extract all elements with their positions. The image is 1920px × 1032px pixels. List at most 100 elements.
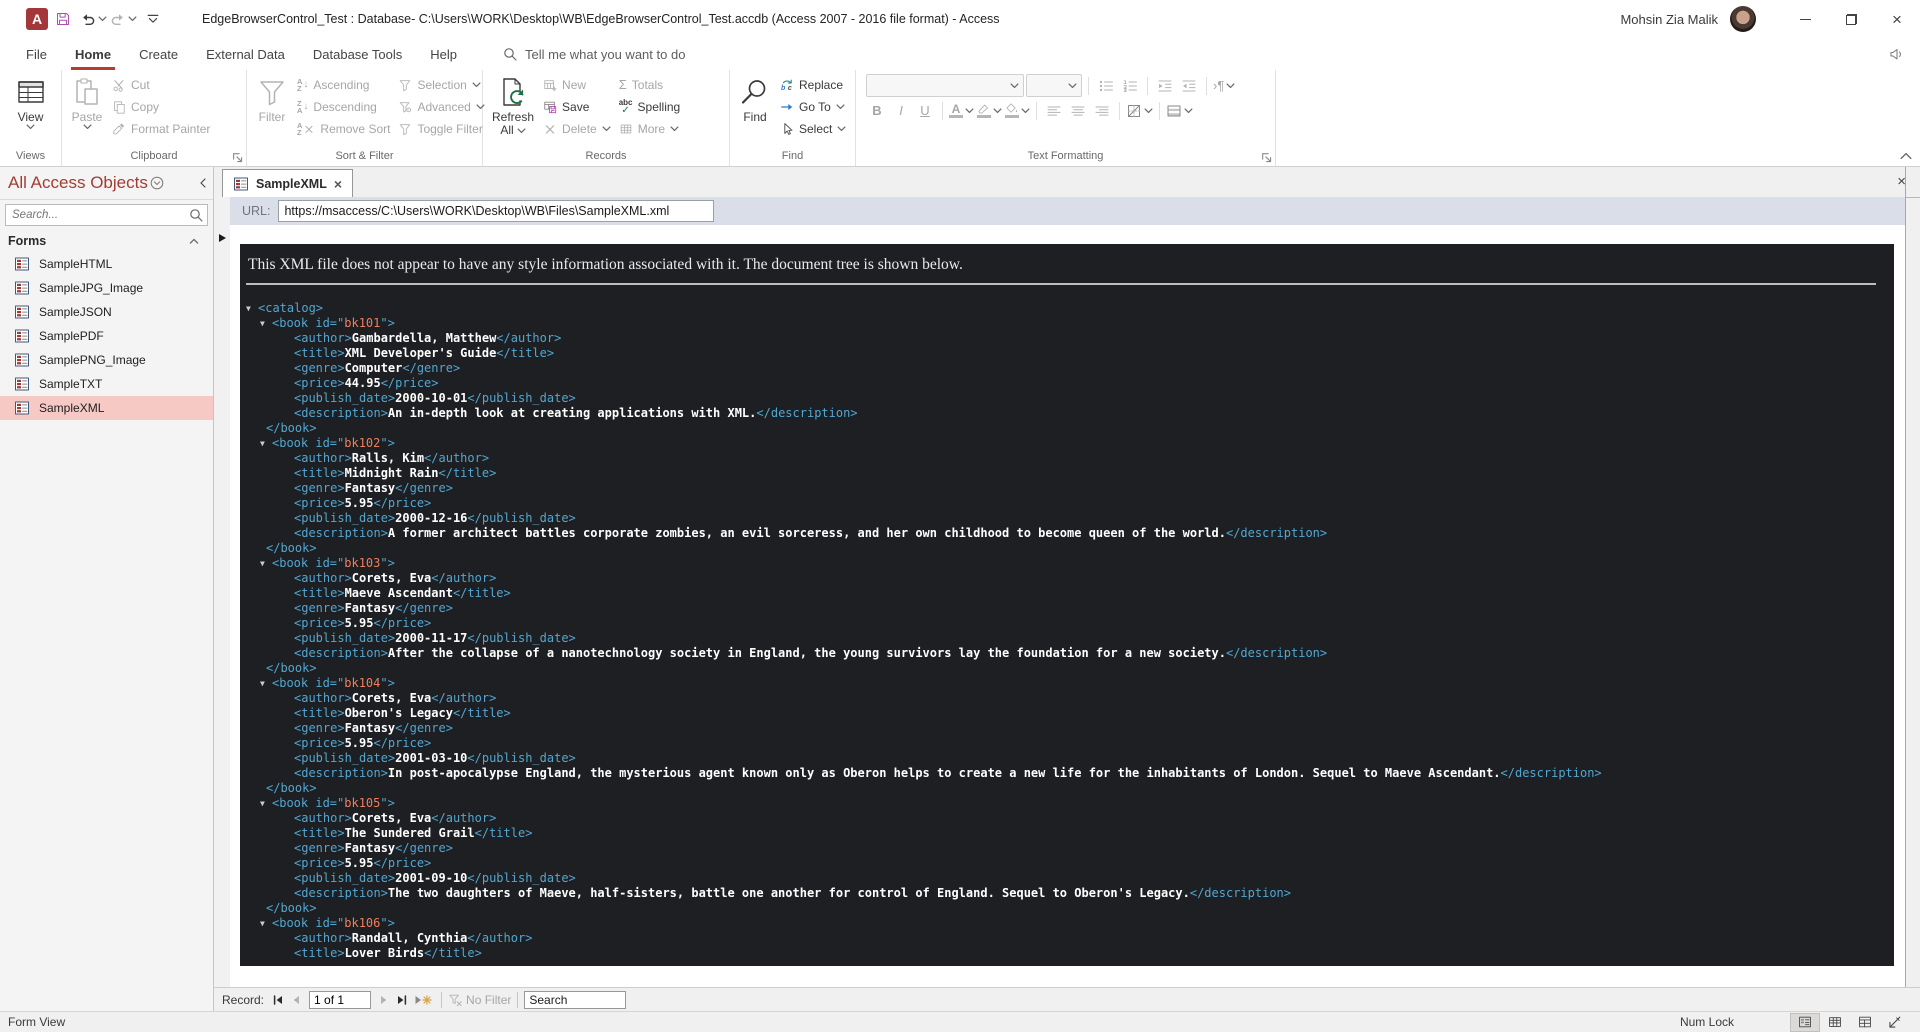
- user-name[interactable]: Mohsin Zia Malik: [1620, 12, 1718, 27]
- sidebar-item[interactable]: SampleJSON: [0, 300, 213, 324]
- new-record-button[interactable]: New: [539, 74, 615, 96]
- background-color-button[interactable]: [1004, 100, 1030, 122]
- advanced-button[interactable]: Advanced: [394, 96, 488, 118]
- sidebar-item[interactable]: SampleTXT: [0, 372, 213, 396]
- cut-button[interactable]: Cut: [108, 74, 214, 96]
- avatar[interactable]: [1730, 6, 1756, 32]
- highlight-color-button[interactable]: [976, 100, 1002, 122]
- form-icon: [14, 304, 30, 320]
- sidebar-item[interactable]: SampleHTML: [0, 252, 213, 276]
- increase-indent-button[interactable]: [1154, 75, 1176, 97]
- nav-pane-title[interactable]: All Access Objects: [8, 173, 148, 193]
- bullets-button[interactable]: [1095, 75, 1117, 97]
- font-color-button[interactable]: A: [949, 100, 974, 122]
- toggle-filter-button[interactable]: Toggle Filter: [394, 118, 488, 140]
- sidebar-item[interactable]: SamplePDF: [0, 324, 213, 348]
- last-record-icon: [396, 994, 408, 1006]
- spelling-button[interactable]: abc✓Spelling: [615, 96, 685, 118]
- align-center-button[interactable]: [1067, 100, 1089, 122]
- nav-search-box[interactable]: [5, 204, 208, 226]
- datasheet-view-button[interactable]: [1820, 1013, 1850, 1032]
- new-record-button[interactable]: [412, 992, 434, 1008]
- chevron-down-icon: [993, 108, 1002, 114]
- save-quick-button[interactable]: [48, 6, 78, 32]
- find-button[interactable]: Find: [734, 73, 776, 124]
- underline-button[interactable]: U: [914, 100, 936, 122]
- text-formatting-dialog-launcher-icon[interactable]: [1261, 152, 1272, 163]
- tell-me-search[interactable]: Tell me what you want to do: [503, 38, 685, 70]
- edge-browser-control[interactable]: This XML file does not appear to have an…: [240, 244, 1894, 966]
- remove-sort-button[interactable]: AZ Remove Sort: [293, 118, 394, 140]
- sidebar-item[interactable]: SampleJPG_Image: [0, 276, 213, 300]
- tab-file[interactable]: File: [12, 38, 61, 70]
- sidebar-item[interactable]: SamplePNG_Image: [0, 348, 213, 372]
- tab-help[interactable]: Help: [416, 38, 471, 70]
- numbering-button[interactable]: [1119, 75, 1141, 97]
- design-view-button[interactable]: [1880, 1013, 1910, 1032]
- tab-create[interactable]: Create: [125, 38, 192, 70]
- xml-tree[interactable]: ▼<catalog>▼<book id="bk101"><author>Gamb…: [246, 301, 1894, 961]
- save-record-button[interactable]: Save: [539, 96, 615, 118]
- format-painter-button[interactable]: Format Painter: [108, 118, 214, 140]
- tab-database-tools[interactable]: Database Tools: [299, 38, 416, 70]
- align-right-button[interactable]: [1091, 100, 1113, 122]
- no-filter-button[interactable]: No Filter: [448, 993, 511, 1007]
- collapse-group-icon[interactable]: [189, 238, 199, 244]
- form-right-border: [1905, 167, 1906, 988]
- align-left-button[interactable]: [1043, 100, 1065, 122]
- close-button[interactable]: ×: [1874, 0, 1920, 38]
- refresh-all-button[interactable]: Refresh All: [487, 73, 539, 137]
- record-selector-strip[interactable]: [214, 197, 231, 988]
- decrease-indent-button[interactable]: [1178, 75, 1200, 97]
- record-position-input[interactable]: [309, 991, 371, 1009]
- undo-button[interactable]: [78, 6, 108, 32]
- totals-button[interactable]: ΣTotals: [615, 74, 685, 96]
- sort-descending-button[interactable]: ZA↓ Descending: [293, 96, 394, 118]
- layout-view-button[interactable]: [1850, 1013, 1880, 1032]
- next-record-button[interactable]: [376, 992, 392, 1008]
- form-view-button[interactable]: [1790, 1013, 1820, 1032]
- font-size-select[interactable]: [1026, 74, 1082, 97]
- filter-button[interactable]: Filter: [251, 73, 293, 124]
- redo-button[interactable]: [108, 6, 138, 32]
- close-icon: ×: [1892, 11, 1902, 28]
- paragraph-marks-button[interactable]: ›¶: [1213, 75, 1235, 97]
- delete-record-button[interactable]: Delete: [539, 118, 615, 140]
- feedback-icon[interactable]: [1888, 46, 1904, 62]
- sidebar-item[interactable]: SampleXML: [0, 396, 213, 420]
- paste-button[interactable]: Paste: [66, 73, 108, 130]
- sort-ascending-button[interactable]: AZ↓ Ascending: [293, 74, 394, 96]
- document-tab-samplexml[interactable]: SampleXML ×: [222, 169, 353, 198]
- search-icon[interactable]: [189, 208, 203, 222]
- italic-button[interactable]: I: [890, 100, 912, 122]
- nav-pane-menu-icon[interactable]: [150, 176, 164, 190]
- tab-home[interactable]: Home: [61, 38, 125, 70]
- replace-button[interactable]: bcReplace: [776, 74, 850, 96]
- previous-record-button[interactable]: [288, 992, 304, 1008]
- restore-button[interactable]: [1828, 0, 1874, 38]
- forms-group-header[interactable]: Forms: [0, 230, 213, 252]
- design-view-icon: [1888, 1015, 1902, 1029]
- record-search-input[interactable]: [524, 991, 626, 1009]
- select-button[interactable]: Select: [776, 118, 850, 140]
- tab-external-data[interactable]: External Data: [192, 38, 299, 70]
- url-input[interactable]: [278, 200, 714, 222]
- alternate-row-color-button[interactable]: [1166, 100, 1193, 122]
- bold-button[interactable]: B: [866, 100, 888, 122]
- clipboard-dialog-launcher-icon[interactable]: [232, 152, 243, 163]
- more-button[interactable]: More: [615, 118, 685, 140]
- copy-button[interactable]: Copy: [108, 96, 214, 118]
- customize-qat-button[interactable]: [138, 6, 168, 32]
- gridlines-button[interactable]: [1126, 100, 1153, 122]
- last-record-button[interactable]: [394, 992, 410, 1008]
- nav-search-input[interactable]: [10, 208, 189, 222]
- close-tab-icon[interactable]: ×: [334, 177, 342, 191]
- font-family-select[interactable]: [866, 74, 1024, 97]
- first-record-button[interactable]: [270, 992, 286, 1008]
- minimize-button[interactable]: [1782, 0, 1828, 38]
- collapse-ribbon-icon[interactable]: [1900, 152, 1912, 160]
- view-button[interactable]: View: [10, 73, 52, 130]
- shutter-bar-icon[interactable]: [199, 178, 207, 188]
- goto-button[interactable]: Go To: [776, 96, 850, 118]
- selection-button[interactable]: Selection: [394, 74, 488, 96]
